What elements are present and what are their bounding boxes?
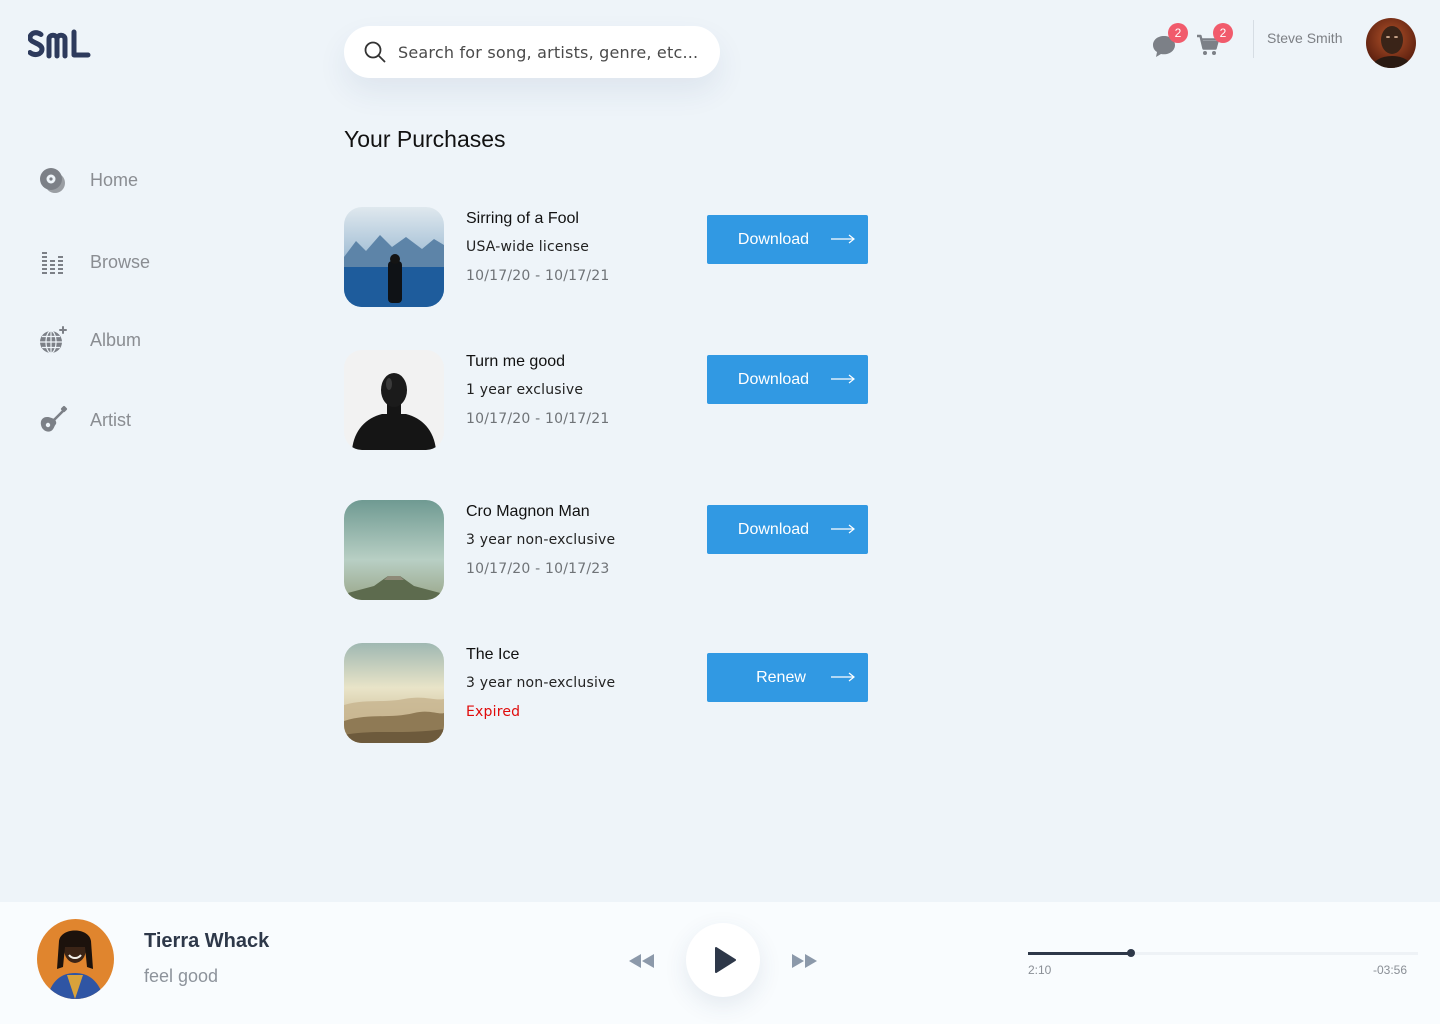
page-title: Your Purchases [344, 126, 506, 152]
search-bar [344, 26, 720, 78]
download-button[interactable]: Download [707, 355, 868, 404]
album-cover-image [344, 207, 444, 307]
play-icon [715, 947, 736, 973]
purchase-dates: 10/17/20 - 10/17/21 [466, 268, 610, 284]
button-label: Download [737, 520, 810, 538]
album-cover[interactable] [344, 207, 444, 307]
sidebar-item-label: Home [90, 169, 139, 190]
sidebar-item-browse[interactable]: Browse [38, 247, 150, 277]
vinyl-disc-icon [38, 165, 68, 195]
player-bar: Tierra Whack feel good 2:10 -03:56 [0, 902, 1440, 1024]
purchase-license: 3 year non-exclusive [466, 675, 616, 691]
header-divider [1253, 20, 1254, 58]
now-playing-artwork[interactable] [37, 919, 114, 999]
purchase-dates: 10/17/20 - 10/17/21 [466, 411, 610, 427]
app: 2 2 Steve Smith [0, 0, 1440, 1024]
purchase-item: Sirring of a Fool USA-wide license 10/17… [344, 207, 874, 307]
rewind-icon [629, 954, 654, 968]
button-label: Download [737, 370, 810, 388]
current-time: 2:10 [1028, 963, 1052, 977]
purchase-item: The Ice 3 year non-exclusive Expired Ren… [344, 643, 874, 743]
purchase-item: Turn me good 1 year exclusive 10/17/20 -… [344, 350, 874, 450]
album-cover[interactable] [344, 643, 444, 743]
user-avatar-image [1366, 18, 1416, 68]
cart-button[interactable]: 2 [1196, 23, 1233, 59]
sidebar-item-album[interactable]: Album [38, 325, 141, 355]
download-button[interactable]: Download [707, 505, 868, 554]
cart-badge: 2 [1213, 23, 1233, 43]
equalizer-icon [38, 247, 68, 277]
album-cover[interactable] [344, 500, 444, 600]
search-input[interactable] [398, 37, 698, 67]
purchase-license: 1 year exclusive [466, 382, 584, 398]
remaining-time: -03:56 [1373, 963, 1408, 977]
arrow-right-icon [831, 374, 855, 384]
arrow-right-icon [831, 672, 855, 682]
disco-ball-icon [38, 325, 68, 355]
progress-fill [1028, 952, 1132, 955]
purchase-license: USA-wide license [466, 239, 590, 255]
messages-badge: 2 [1168, 23, 1188, 43]
purchase-title: The Ice [466, 646, 520, 663]
purchase-title: Sirring of a Fool [466, 210, 579, 227]
user-name[interactable]: Steve Smith [1267, 30, 1342, 46]
purchase-title: Cro Magnon Man [466, 503, 590, 520]
user-avatar[interactable] [1366, 18, 1416, 68]
sidebar-item-label: Browse [90, 251, 151, 272]
fast-forward-icon [792, 954, 817, 968]
messages-button[interactable]: 2 [1151, 23, 1188, 59]
rewind-button[interactable] [628, 953, 656, 974]
sidebar-item-label: Album [90, 329, 142, 350]
arrow-right-icon [831, 234, 855, 244]
album-cover-image [344, 500, 444, 600]
album-cover[interactable] [344, 350, 444, 450]
artist-photo [37, 919, 114, 999]
purchase-item: Cro Magnon Man 3 year non-exclusive 10/1… [344, 500, 874, 600]
logo[interactable] [27, 28, 106, 60]
progress-handle[interactable] [1127, 949, 1136, 957]
sidebar-item-artist[interactable]: Artist [38, 405, 131, 435]
purchase-title: Turn me good [466, 353, 566, 370]
arrow-right-icon [831, 524, 855, 534]
sidebar-item-home[interactable]: Home [38, 165, 138, 195]
download-button[interactable]: Download [707, 215, 868, 264]
sidebar-item-label: Artist [90, 409, 132, 430]
progress-bar[interactable] [1028, 949, 1418, 957]
search-icon [364, 41, 386, 63]
expired-label: Expired [466, 704, 521, 720]
purchase-license: 3 year non-exclusive [466, 532, 616, 548]
renew-button[interactable]: Renew [707, 653, 868, 702]
button-label: Download [737, 230, 810, 248]
purchase-dates: 10/17/20 - 10/17/23 [466, 561, 610, 577]
album-cover-image [344, 350, 444, 450]
now-playing-track: feel good [144, 966, 219, 986]
now-playing-artist[interactable]: Tierra Whack [144, 930, 269, 953]
play-button[interactable] [686, 923, 760, 997]
album-cover-image [344, 643, 444, 743]
fast-forward-button[interactable] [791, 953, 819, 974]
guitar-icon [38, 405, 68, 435]
logo-mark-icon [27, 29, 91, 59]
